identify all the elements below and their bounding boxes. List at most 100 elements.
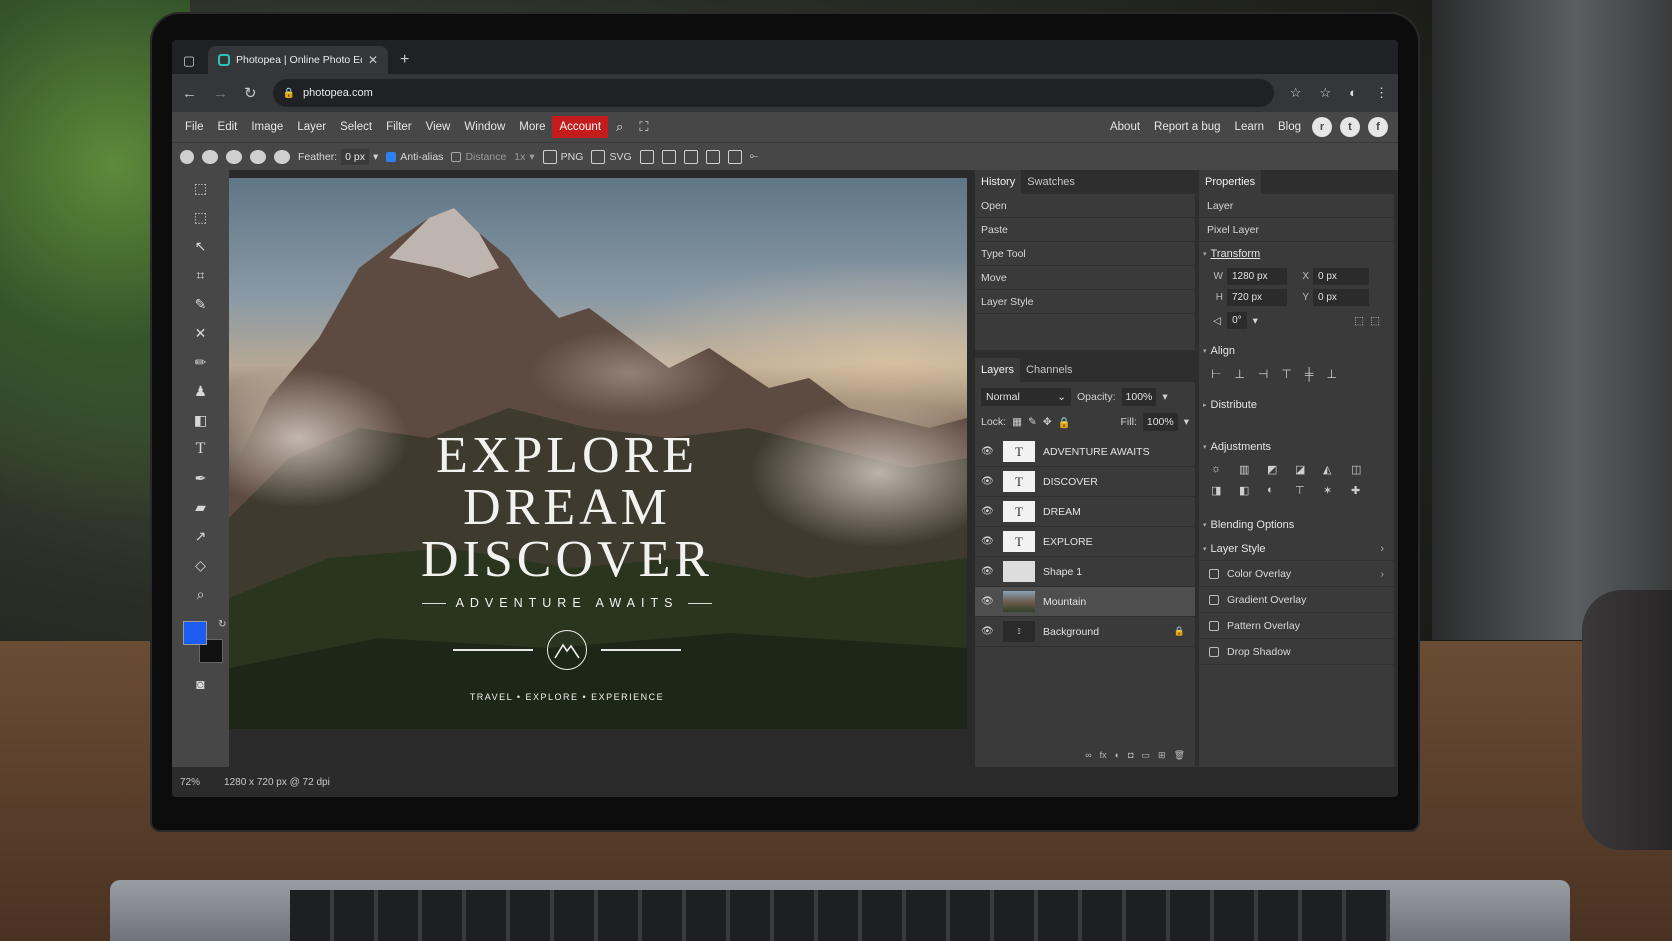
menu-filter[interactable]: Filter	[379, 116, 419, 138]
swap-colors-icon[interactable]: ↻	[218, 619, 226, 630]
pen-tool-icon[interactable]: ✒	[191, 468, 211, 488]
tab-channels[interactable]: Channels	[1020, 358, 1078, 382]
align-section[interactable]: ▾ Align	[1199, 339, 1394, 363]
move-tool-icon[interactable]: ⬚	[191, 178, 211, 198]
vibrance-icon[interactable]: ◭	[1323, 463, 1339, 476]
align-right-icon[interactable]: ⊣	[1258, 367, 1268, 381]
png-button[interactable]: PNG	[561, 151, 584, 163]
visibility-eye-icon[interactable]: 👁	[981, 536, 995, 547]
menu-layer[interactable]: Layer	[290, 116, 333, 138]
new-layer-icon[interactable]: ⊞	[1158, 750, 1166, 761]
ratio-dropdown-icon[interactable]: ▾	[529, 151, 534, 163]
layer-effects-icon[interactable]: fx	[1100, 750, 1107, 760]
visibility-eye-icon[interactable]: 👁	[981, 476, 995, 487]
layer-row[interactable]: 👁 ⟟ Background 🔒	[975, 617, 1195, 647]
style-pattern-overlay[interactable]: Pattern Overlay	[1199, 613, 1394, 639]
eraser-tool-icon[interactable]: ◧	[191, 410, 211, 430]
y-input[interactable]: 0 px	[1313, 289, 1369, 306]
delete-layer-icon[interactable]: 🗑	[1174, 750, 1185, 761]
invert-icon[interactable]: ✚	[1351, 484, 1367, 497]
hue-saturation-icon[interactable]: ◫	[1351, 463, 1367, 476]
add-selection-icon[interactable]	[226, 149, 242, 164]
window-menu-icon[interactable]: ▢	[178, 48, 200, 74]
visibility-eye-icon[interactable]: 👁	[981, 596, 995, 607]
zoom-level[interactable]: 72%	[180, 777, 200, 788]
rotation-dropdown-icon[interactable]: ▾	[1253, 315, 1258, 327]
site-info-icon[interactable]: 🔒	[283, 88, 295, 99]
ratio-label[interactable]: 1x	[514, 151, 525, 163]
antialias-checkbox[interactable]	[386, 151, 397, 162]
history-item[interactable]: Layer Style	[975, 290, 1195, 314]
distribute-section[interactable]: ▸ Distribute	[1199, 393, 1394, 417]
feather-input[interactable]: 0 px	[341, 148, 369, 165]
brightness-icon[interactable]: ☼	[1211, 463, 1227, 476]
link-layers-icon[interactable]: ∞	[1085, 750, 1091, 760]
link-about[interactable]: About	[1103, 116, 1147, 138]
layer-row[interactable]: 👁 T EXPLORE	[975, 527, 1195, 557]
layer-row[interactable]: 👁 Shape 1	[975, 557, 1195, 587]
color-balance-icon[interactable]: ◨	[1211, 484, 1227, 497]
menu-edit[interactable]: Edit	[211, 116, 245, 138]
menu-view[interactable]: View	[419, 116, 458, 138]
layer-mask-icon[interactable]: ◘	[1128, 750, 1133, 760]
fullscreen-icon[interactable]: ⛶	[631, 119, 656, 135]
align-center-icon[interactable]	[661, 149, 676, 164]
lock-pixels-icon[interactable]: ✎	[1028, 416, 1037, 428]
tab-layers[interactable]: Layers	[975, 358, 1021, 382]
quick-mask-icon[interactable]: ◙	[191, 674, 211, 694]
transform-section[interactable]: ▾ Transform	[1199, 242, 1394, 266]
document-canvas[interactable]: EXPLORE DREAM DISCOVER ADVENTURE AWAITS …	[229, 178, 967, 729]
layer-row[interactable]: 👁 T DISCOVER	[975, 467, 1195, 497]
link-blog[interactable]: Blog	[1271, 116, 1308, 138]
blend-mode-select[interactable]: Normal ⌄	[981, 388, 1071, 406]
menu-more[interactable]: More	[512, 116, 552, 138]
align-right-icon[interactable]	[683, 149, 698, 164]
intersect-selection-icon[interactable]	[274, 149, 290, 164]
style-gradient-overlay[interactable]: Gradient Overlay	[1199, 587, 1394, 613]
channel-mixer-icon[interactable]: ⊤	[1295, 484, 1311, 497]
subtract-selection-icon[interactable]	[250, 149, 266, 164]
twitter-icon[interactable]: t	[1340, 117, 1360, 137]
layer-style-section[interactable]: ▾ Layer Style ›	[1199, 537, 1394, 561]
align-vcenter-icon[interactable]: ╪	[1305, 367, 1314, 381]
account-button[interactable]: Account	[552, 116, 609, 138]
tab-swatches[interactable]: Swatches	[1021, 170, 1081, 194]
brush-tool-icon[interactable]: ✏	[191, 352, 211, 372]
menu-file[interactable]: File	[178, 116, 211, 138]
zoom-tool-icon[interactable]: ⌕	[191, 584, 211, 604]
healing-tool-icon[interactable]: ✕	[191, 323, 211, 343]
history-item[interactable]: Type Tool	[975, 242, 1195, 266]
width-input[interactable]: 1280 px	[1227, 268, 1287, 285]
height-input[interactable]: 720 px	[1227, 289, 1287, 306]
url-field[interactable]: 🔒 photopea.com	[272, 79, 1274, 107]
facebook-icon[interactable]: f	[1368, 117, 1388, 137]
visibility-eye-icon[interactable]: 👁	[981, 626, 995, 637]
menu-window[interactable]: Window	[457, 116, 512, 138]
link-report-bug[interactable]: Report a bug	[1147, 116, 1228, 138]
adjustment-layer-icon[interactable]: ◐	[1115, 750, 1120, 760]
extension-icon[interactable]: ◐	[1349, 85, 1357, 101]
visibility-eye-icon[interactable]: 👁	[981, 446, 995, 457]
layer-row-selected[interactable]: 👁 Mountain	[975, 587, 1195, 617]
type-tool-icon[interactable]: T	[191, 439, 211, 459]
reddit-icon[interactable]: r	[1312, 117, 1332, 137]
adjustments-section[interactable]: ▾ Adjustments	[1199, 435, 1394, 459]
x-input[interactable]: 0 px	[1313, 268, 1369, 285]
tab-properties[interactable]: Properties	[1199, 170, 1262, 194]
lock-transparency-icon[interactable]: ▦	[1012, 416, 1022, 428]
bookmarks-icon[interactable]: ☆	[1319, 85, 1331, 101]
forward-icon[interactable]: →	[213, 85, 228, 102]
lock-position-icon[interactable]: ✥	[1043, 416, 1052, 428]
align-left-icon[interactable]: ⊢	[1211, 367, 1221, 381]
stamp-tool-icon[interactable]: ♟	[191, 381, 211, 401]
layer-row[interactable]: 👁 T ADVENTURE AWAITS	[975, 437, 1195, 467]
align-bottom-icon[interactable]: ⊥	[1326, 367, 1336, 381]
flip-horizontal-icon[interactable]: ⬚	[1354, 315, 1364, 327]
align-hcenter-icon[interactable]: ⊥	[1234, 367, 1244, 381]
fill-input[interactable]: 100%	[1142, 413, 1178, 431]
align-top-icon[interactable]: ⊤	[1281, 367, 1291, 381]
feather-dropdown-icon[interactable]: ▾	[373, 151, 378, 163]
menu-select[interactable]: Select	[333, 116, 379, 138]
blending-options-section[interactable]: ▾ Blending Options	[1199, 513, 1394, 537]
lock-all-icon[interactable]: 🔒	[1058, 416, 1071, 429]
